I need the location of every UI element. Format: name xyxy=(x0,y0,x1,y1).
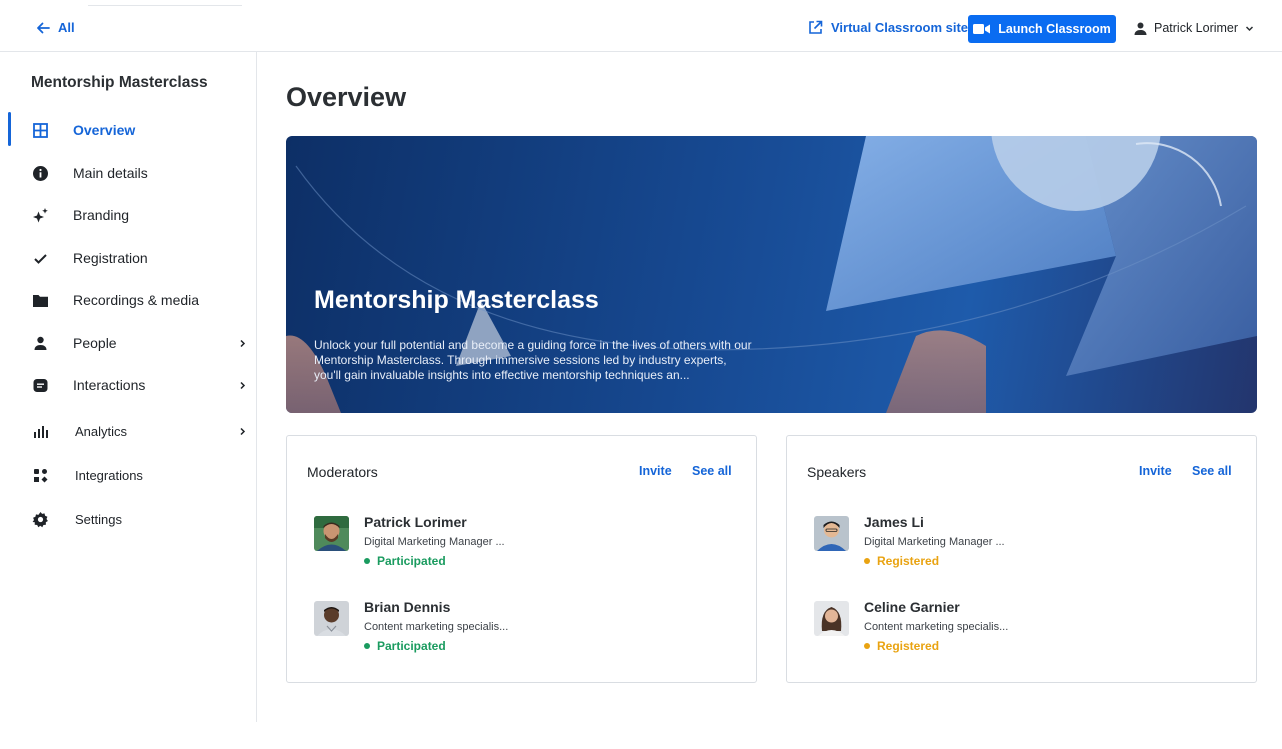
status-dot xyxy=(364,558,370,564)
moderators-title: Moderators xyxy=(307,464,378,480)
launch-classroom-button[interactable]: Launch Classroom xyxy=(968,15,1116,43)
person-name: Brian Dennis xyxy=(364,599,451,615)
sidebar-item-branding[interactable]: Branding xyxy=(0,195,257,235)
sparkle-icon xyxy=(31,206,49,224)
back-to-all-link[interactable]: All xyxy=(36,20,75,35)
sidebar-item-people[interactable]: People xyxy=(0,323,257,363)
sidebar-item-interactions[interactable]: Interactions xyxy=(0,365,257,405)
virtual-classroom-site-label: Virtual Classroom site xyxy=(831,20,969,35)
list-item[interactable]: James Li Digital Marketing Manager ... R… xyxy=(814,514,1234,574)
sidebar-item-label: Overview xyxy=(73,122,136,138)
list-item[interactable]: Patrick Lorimer Digital Marketing Manage… xyxy=(314,514,734,574)
page-title: Overview xyxy=(286,82,407,112)
back-label: All xyxy=(58,20,75,35)
chat-icon xyxy=(31,376,49,394)
status-badge: Participated xyxy=(364,554,446,568)
sidebar-item-overview[interactable]: Overview xyxy=(0,110,257,150)
sidebar-item-label: Recordings & media xyxy=(73,292,200,308)
status-dot xyxy=(364,643,370,649)
user-name: Patrick Lorimer xyxy=(1154,21,1239,35)
avatar xyxy=(314,601,349,636)
status-label: Participated xyxy=(377,554,446,568)
person-role: Digital Marketing Manager ... xyxy=(864,536,1005,548)
sidebar-item-label: People xyxy=(73,335,117,351)
sidebar-item-label: Analytics xyxy=(75,423,128,439)
hero-banner: Mentorship Masterclass Unlock your full … xyxy=(286,136,1257,413)
chevron-right-icon xyxy=(240,427,246,435)
status-label: Registered xyxy=(877,639,940,653)
launch-classroom-label: Launch Classroom xyxy=(998,22,1111,36)
sidebar-title: Mentorship Masterclass xyxy=(31,74,208,91)
chevron-right-icon xyxy=(240,381,246,389)
sidebar-item-label: Main details xyxy=(73,165,148,181)
gear-icon xyxy=(31,510,49,528)
hero-title: Mentorship Masterclass xyxy=(314,286,599,314)
hero-description: Unlock your full potential and become a … xyxy=(314,338,752,382)
sidebar-item-settings[interactable]: Settings xyxy=(0,499,257,539)
moderators-see-all-link[interactable]: See all xyxy=(692,464,732,478)
avatar xyxy=(814,601,849,636)
moderators-card: Moderators Invite See all Patrick Lorime… xyxy=(286,435,757,683)
status-dot xyxy=(864,643,870,649)
sidebar-item-registration[interactable]: Registration xyxy=(0,238,257,278)
status-badge: Registered xyxy=(864,554,939,568)
person-name: James Li xyxy=(864,514,924,530)
sidebar-item-recordings-media[interactable]: Recordings & media xyxy=(0,280,257,320)
avatar xyxy=(314,516,349,551)
speakers-see-all-link[interactable]: See all xyxy=(1192,464,1232,478)
person-name: Celine Garnier xyxy=(864,599,960,615)
moderators-invite-link[interactable]: Invite xyxy=(639,464,672,478)
person-icon xyxy=(31,334,49,352)
speakers-title: Speakers xyxy=(807,464,867,480)
user-menu[interactable]: Patrick Lorimer xyxy=(1134,21,1254,35)
bar-chart-icon xyxy=(31,422,49,440)
sidebar: Mentorship Masterclass Overview Main det… xyxy=(0,52,257,722)
virtual-classroom-site-link[interactable]: Virtual Classroom site xyxy=(808,20,968,35)
status-badge: Participated xyxy=(364,639,446,653)
sidebar-item-label: Interactions xyxy=(73,377,146,393)
list-item[interactable]: Celine Garnier Content marketing special… xyxy=(814,599,1234,659)
sidebar-item-label: Registration xyxy=(73,250,148,266)
check-icon xyxy=(31,249,49,267)
avatar xyxy=(814,516,849,551)
person-role: Content marketing specialis... xyxy=(364,621,509,633)
person-role: Digital Marketing Manager ... xyxy=(364,536,505,548)
user-icon xyxy=(1134,22,1147,35)
speakers-invite-link[interactable]: Invite xyxy=(1139,464,1172,478)
status-label: Registered xyxy=(877,554,940,568)
external-link-icon xyxy=(809,20,823,34)
video-camera-icon xyxy=(973,24,991,34)
list-item[interactable]: Brian Dennis Content marketing specialis… xyxy=(314,599,734,659)
speakers-card: Speakers Invite See all James Li Digital… xyxy=(786,435,1257,683)
sidebar-item-label: Branding xyxy=(73,207,130,223)
status-badge: Registered xyxy=(864,639,939,653)
info-icon xyxy=(31,164,49,182)
status-label: Participated xyxy=(377,639,446,653)
sidebar-item-analytics[interactable]: Analytics xyxy=(0,411,257,451)
sidebar-item-label: Settings xyxy=(75,511,122,527)
person-role: Content marketing specialis... xyxy=(864,621,1009,633)
tab-strip xyxy=(88,0,242,6)
chevron-down-icon xyxy=(1246,25,1254,31)
chevron-right-icon xyxy=(240,339,246,347)
sidebar-item-main-details[interactable]: Main details xyxy=(0,153,257,193)
integrations-icon xyxy=(31,466,49,484)
folder-icon xyxy=(31,291,49,309)
top-bar: All Virtual Classroom site Launch Classr… xyxy=(0,0,1282,52)
sidebar-item-integrations[interactable]: Integrations xyxy=(0,455,257,495)
sidebar-item-label: Integrations xyxy=(75,467,143,483)
arrow-left-icon xyxy=(37,22,50,33)
page-footer-space xyxy=(0,722,1282,749)
grid-icon xyxy=(31,121,49,139)
status-dot xyxy=(864,558,870,564)
person-name: Patrick Lorimer xyxy=(364,514,467,530)
